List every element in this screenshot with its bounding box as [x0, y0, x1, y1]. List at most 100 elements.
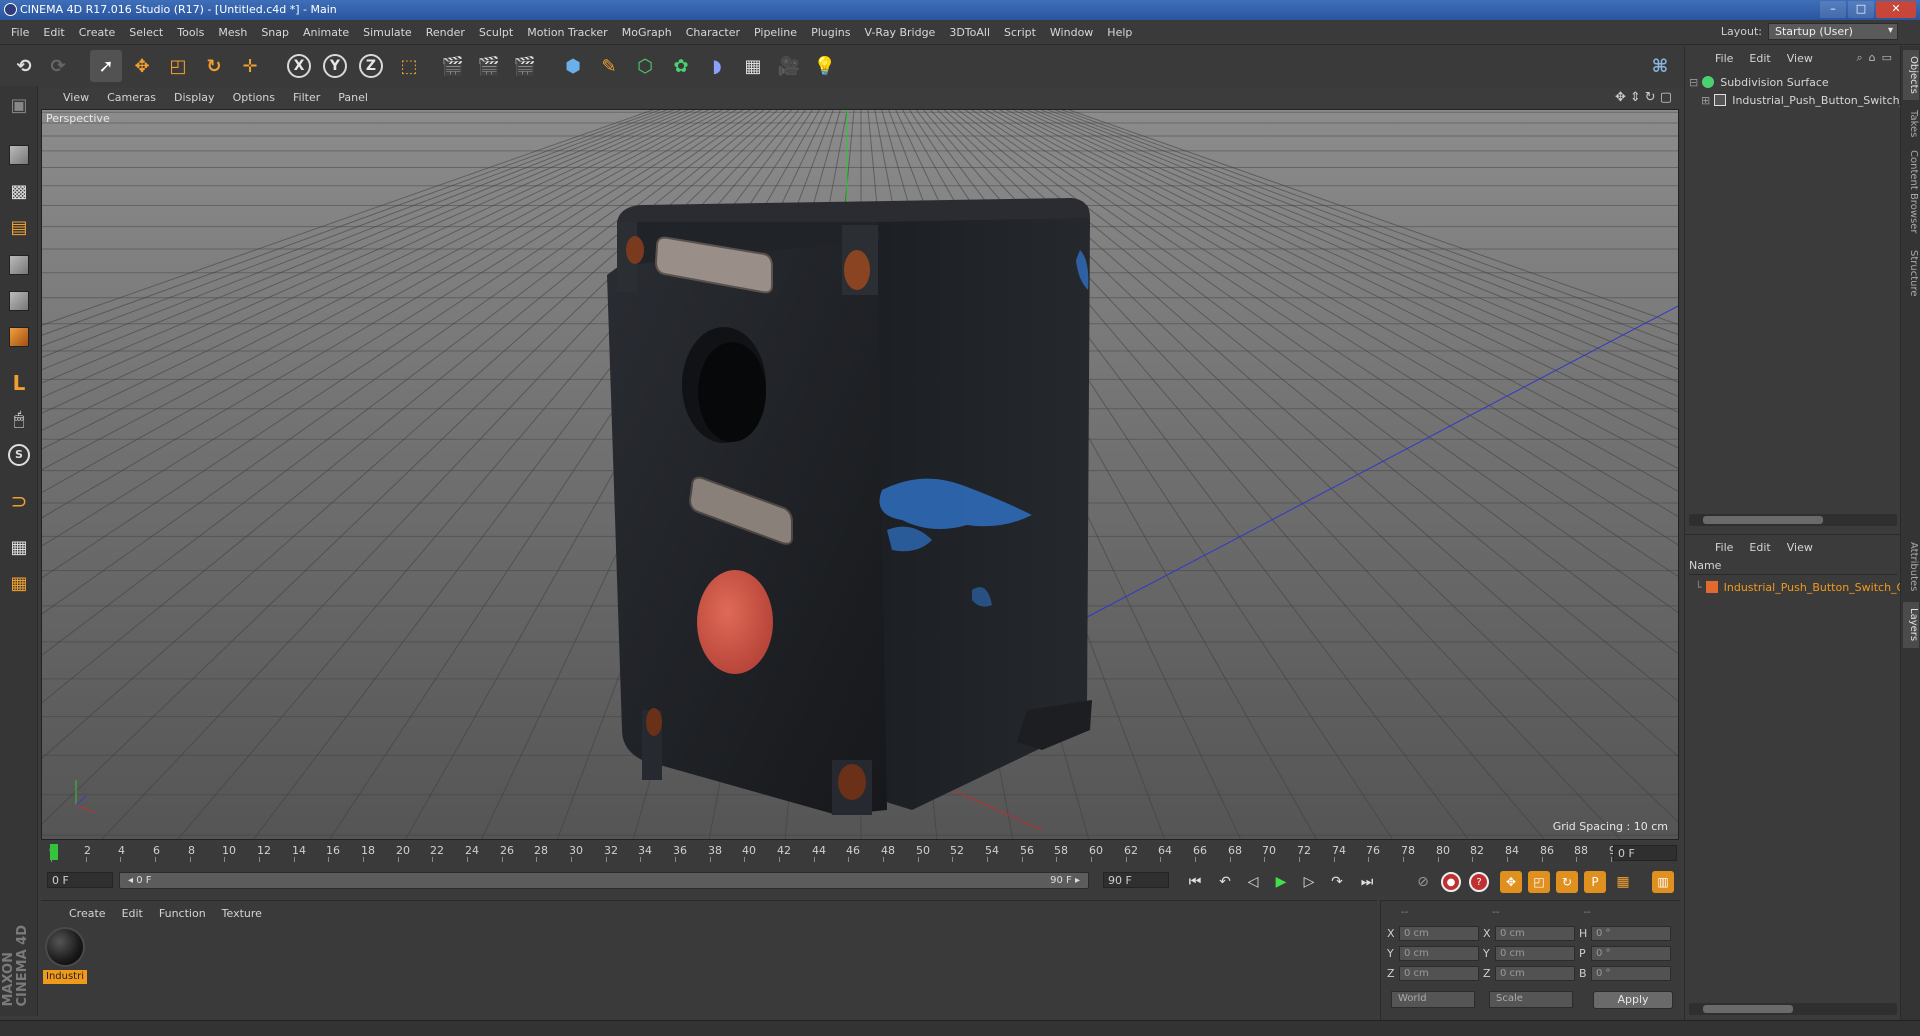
layer-row[interactable]: └ Industrial_Push_Button_Switch_O: [1695, 579, 1905, 595]
menu-mesh[interactable]: Mesh: [211, 26, 254, 39]
deformer-button[interactable]: ◗: [701, 50, 733, 82]
menu-3dtoall[interactable]: 3DToAll: [942, 26, 997, 39]
go-to-start-button[interactable]: ⏮: [1183, 870, 1207, 894]
menu-snap[interactable]: Snap: [254, 26, 296, 39]
edges-mode-button[interactable]: [4, 286, 34, 316]
viewport-menu-cameras[interactable]: Cameras: [98, 91, 165, 104]
menu-tools[interactable]: Tools: [170, 26, 211, 39]
texture-mode-button[interactable]: ▩: [4, 176, 34, 206]
object-menu-view[interactable]: View: [1779, 52, 1821, 65]
apply-button[interactable]: Apply: [1593, 991, 1673, 1009]
render-picture-viewer-button[interactable]: 🎬: [473, 50, 505, 82]
position-value-field[interactable]: 0 cm: [1399, 945, 1479, 961]
position-value-field[interactable]: 0 cm: [1399, 965, 1479, 981]
move-tool-button[interactable]: ✥: [126, 50, 158, 82]
play-button[interactable]: ▶: [1269, 870, 1293, 894]
menu-sculpt[interactable]: Sculpt: [472, 26, 520, 39]
spline-pen-button[interactable]: ✎: [593, 50, 625, 82]
next-key-button[interactable]: ↷: [1325, 870, 1349, 894]
orbit-icon[interactable]: ↻: [1645, 90, 1656, 105]
push-button-box-model[interactable]: [607, 198, 1092, 815]
python-button[interactable]: ⌘: [1644, 50, 1676, 82]
close-button[interactable]: ✕: [1876, 1, 1916, 18]
menu-mograph[interactable]: MoGraph: [615, 26, 679, 39]
material-menu-create[interactable]: Create: [61, 907, 114, 920]
record-keys-button[interactable]: ⊘: [1411, 870, 1435, 894]
workplane-align-button[interactable]: ▦: [4, 568, 34, 598]
material-swatch[interactable]: [45, 927, 85, 967]
object-manager-scrollbar[interactable]: [1689, 514, 1897, 526]
frame-range-slider[interactable]: ◂ 0 F 90 F ▸: [119, 872, 1089, 889]
tab-layers[interactable]: Layers: [1903, 602, 1919, 648]
axis-mode-button[interactable]: L: [4, 368, 34, 398]
floor-button[interactable]: ▦: [737, 50, 769, 82]
maximize-button[interactable]: □: [1848, 1, 1874, 18]
redo-button[interactable]: ⟳: [42, 50, 74, 82]
coordinate-system-button[interactable]: ⬚: [393, 50, 425, 82]
menu-v-ray-bridge[interactable]: V-Ray Bridge: [857, 26, 942, 39]
menu-render[interactable]: Render: [419, 26, 472, 39]
menu-select[interactable]: Select: [122, 26, 170, 39]
scale-tool-button[interactable]: ◰: [162, 50, 194, 82]
menu-simulate[interactable]: Simulate: [356, 26, 419, 39]
y-axis-button[interactable]: Y: [319, 50, 351, 82]
viewport-menu-options[interactable]: Options: [224, 91, 284, 104]
key-pla-button[interactable]: ▦: [1611, 870, 1635, 894]
live-selection-button[interactable]: ➚: [90, 50, 122, 82]
tab-content-browser[interactable]: Content Browser: [1903, 146, 1919, 238]
previous-key-button[interactable]: ↶: [1213, 870, 1237, 894]
workplane-mode-button[interactable]: ▤: [4, 212, 34, 242]
menu-file[interactable]: File: [4, 26, 36, 39]
z-axis-button[interactable]: Z: [355, 50, 387, 82]
menu-plugins[interactable]: Plugins: [804, 26, 857, 39]
start-frame-field[interactable]: 0 F: [47, 872, 113, 888]
key-rotation-button[interactable]: ↻: [1555, 870, 1579, 894]
tab-objects[interactable]: Objects: [1903, 50, 1919, 100]
camera-button[interactable]: 🎥: [773, 50, 805, 82]
size-value-field[interactable]: 0 cm: [1495, 945, 1575, 961]
polygons-mode-button[interactable]: [4, 322, 34, 352]
next-frame-button[interactable]: ▷: [1297, 870, 1321, 894]
menu-help[interactable]: Help: [1100, 26, 1139, 39]
record-active-button[interactable]: ●: [1439, 870, 1463, 894]
rotate-tool-button[interactable]: ↻: [198, 50, 230, 82]
layout-select[interactable]: Startup (User): [1768, 23, 1898, 40]
layer-menu-edit[interactable]: Edit: [1741, 541, 1778, 554]
material-label[interactable]: Industri: [43, 970, 87, 984]
playhead-marker[interactable]: [50, 844, 58, 860]
snap-button[interactable]: S: [4, 440, 34, 470]
points-mode-button[interactable]: [4, 250, 34, 280]
perspective-viewport[interactable]: Perspective Grid Spacing : 10 cm: [41, 109, 1679, 840]
current-frame-field[interactable]: 0 F: [1613, 845, 1677, 861]
pan-icon[interactable]: ✥: [1615, 90, 1626, 105]
rotation-value-field[interactable]: 0 °: [1591, 945, 1671, 961]
minimize-button[interactable]: –: [1820, 1, 1846, 18]
menu-window[interactable]: Window: [1043, 26, 1100, 39]
rotation-value-field[interactable]: 0 °: [1591, 965, 1671, 981]
key-position-button[interactable]: ✥: [1499, 870, 1523, 894]
layer-manager-scrollbar[interactable]: [1689, 1003, 1897, 1015]
end-frame-field[interactable]: 90 F: [1103, 872, 1169, 888]
make-editable-button[interactable]: ▣: [4, 90, 34, 120]
coordinate-space-select[interactable]: World: [1391, 991, 1475, 1008]
menu-script[interactable]: Script: [997, 26, 1043, 39]
render-view-button[interactable]: 🎬: [437, 50, 469, 82]
tab-takes[interactable]: Takes: [1903, 106, 1919, 142]
material-menu-function[interactable]: Function: [151, 907, 214, 920]
cloner-button[interactable]: ✿: [665, 50, 697, 82]
timeline-window-button[interactable]: ▥: [1651, 870, 1675, 894]
position-value-field[interactable]: 0 cm: [1399, 925, 1479, 941]
layer-menu-view[interactable]: View: [1779, 541, 1821, 554]
transform-tool-button[interactable]: ✛: [234, 50, 266, 82]
options-icon[interactable]: ▭: [1882, 51, 1892, 65]
object-menu-edit[interactable]: Edit: [1741, 52, 1778, 65]
material-menu-texture[interactable]: Texture: [214, 907, 270, 920]
subdivision-surface-button[interactable]: ⬡: [629, 50, 661, 82]
menu-pipeline[interactable]: Pipeline: [747, 26, 804, 39]
menu-animate[interactable]: Animate: [296, 26, 356, 39]
viewport-menu-filter[interactable]: Filter: [284, 91, 329, 104]
search-icon[interactable]: ⌕: [1856, 51, 1862, 65]
object-row-subdivision[interactable]: ⊟ Subdivision Surface: [1689, 74, 1829, 90]
viewport-menu-display[interactable]: Display: [165, 91, 224, 104]
tweak-mode-button[interactable]: 🖱: [4, 404, 34, 434]
